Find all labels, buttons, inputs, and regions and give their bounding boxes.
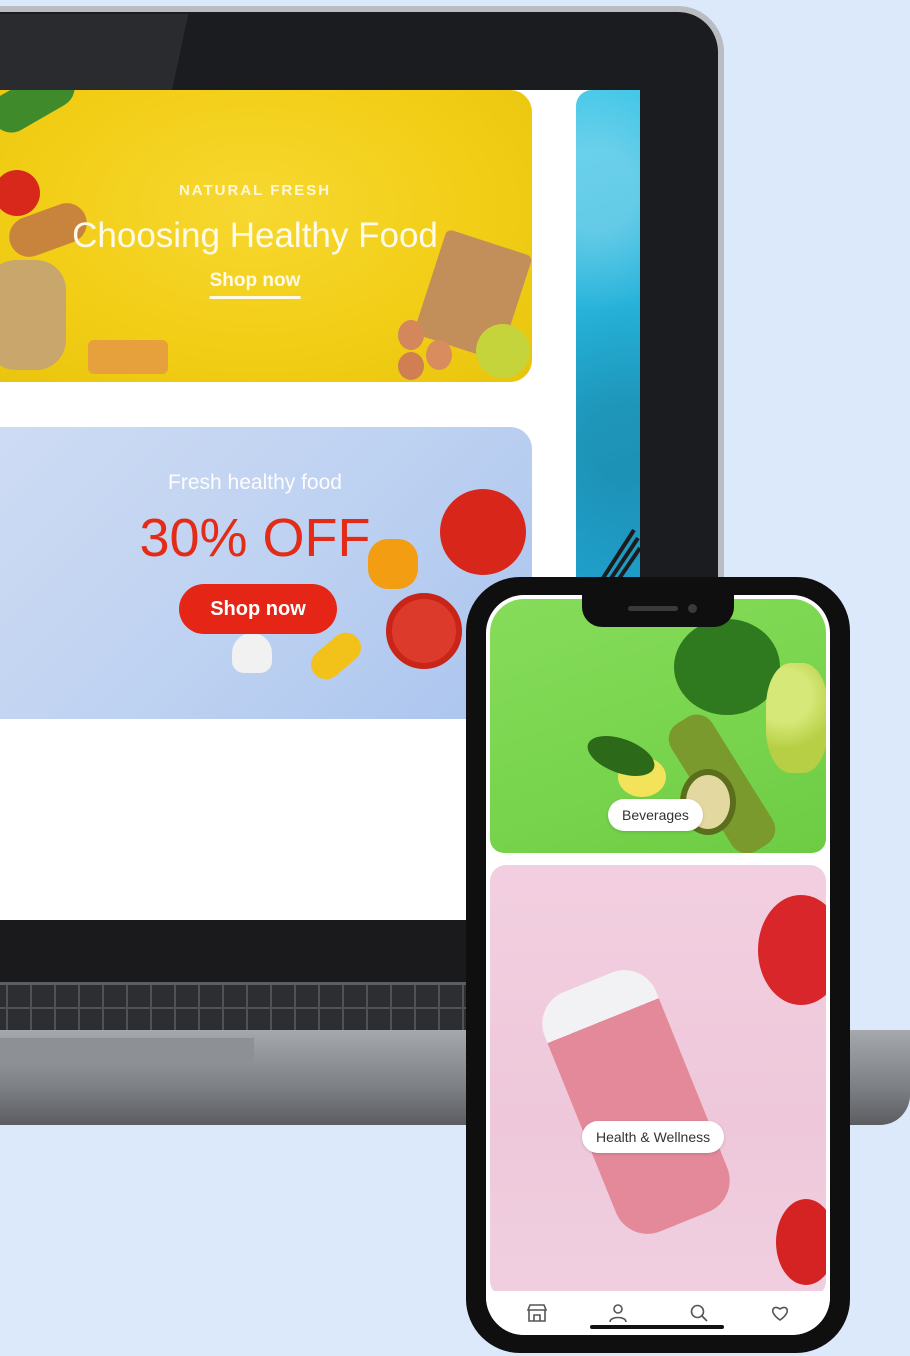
tab-store[interactable]	[517, 1298, 557, 1328]
shop-now-button[interactable]: Shop now	[179, 584, 337, 634]
vegetables-decoration	[0, 90, 82, 140]
phone-notch	[582, 595, 734, 627]
discount-text: 30% OFF	[139, 508, 371, 568]
speaker-grille	[628, 606, 678, 611]
store-icon	[526, 1304, 547, 1322]
category-tile-beverages[interactable]: Beverages	[490, 599, 826, 853]
pasta-decoration	[88, 340, 168, 374]
keyboard	[0, 982, 520, 1030]
phone-screen: Beverages Health & Wellness	[486, 595, 830, 1335]
egg-decoration	[426, 340, 452, 370]
grain-sack-decoration	[0, 260, 66, 370]
tomato-slice-decoration	[386, 593, 462, 669]
heart-icon	[771, 1306, 788, 1321]
front-camera	[688, 604, 697, 613]
category-label[interactable]: Health & Wellness	[582, 1121, 725, 1153]
banner-subtitle: Fresh healthy food	[168, 471, 342, 494]
apple-decoration	[476, 324, 530, 378]
home-indicator	[590, 1325, 724, 1329]
strawberry-decoration	[758, 895, 826, 1005]
shop-now-link[interactable]: Shop now	[209, 270, 301, 299]
search-icon	[690, 1304, 708, 1322]
mushroom-decoration	[232, 633, 272, 673]
trackpad	[0, 1038, 254, 1066]
category-tile-health-wellness[interactable]: Health & Wellness	[490, 865, 826, 1297]
drink-bottle-decoration	[532, 959, 740, 1245]
promo-banner-natural-fresh[interactable]: NATURAL FRESH Choosing Healthy Food Shop…	[0, 90, 532, 382]
banner-headline: Choosing Healthy Food	[72, 216, 438, 255]
tab-favorites[interactable]	[760, 1298, 800, 1328]
tab-search[interactable]	[679, 1298, 719, 1328]
strawberry-decoration	[776, 1199, 826, 1285]
category-label[interactable]: Beverages	[608, 799, 703, 831]
tab-profile[interactable]	[598, 1298, 638, 1328]
broccoli-decoration	[674, 619, 780, 715]
phone-frame: Beverages Health & Wellness	[466, 577, 850, 1353]
bezel-reflection	[0, 14, 189, 92]
banner-eyebrow: NATURAL FRESH	[178, 182, 332, 199]
egg-decoration	[398, 320, 424, 350]
egg-decoration	[398, 352, 424, 380]
promo-banner-partial[interactable]	[576, 90, 640, 590]
profile-icon	[608, 1304, 627, 1323]
grapes-decoration	[766, 663, 826, 773]
promo-banner-discount[interactable]: Fresh healthy food 30% OFF Shop now	[0, 427, 532, 719]
pepper-decoration	[304, 626, 368, 686]
